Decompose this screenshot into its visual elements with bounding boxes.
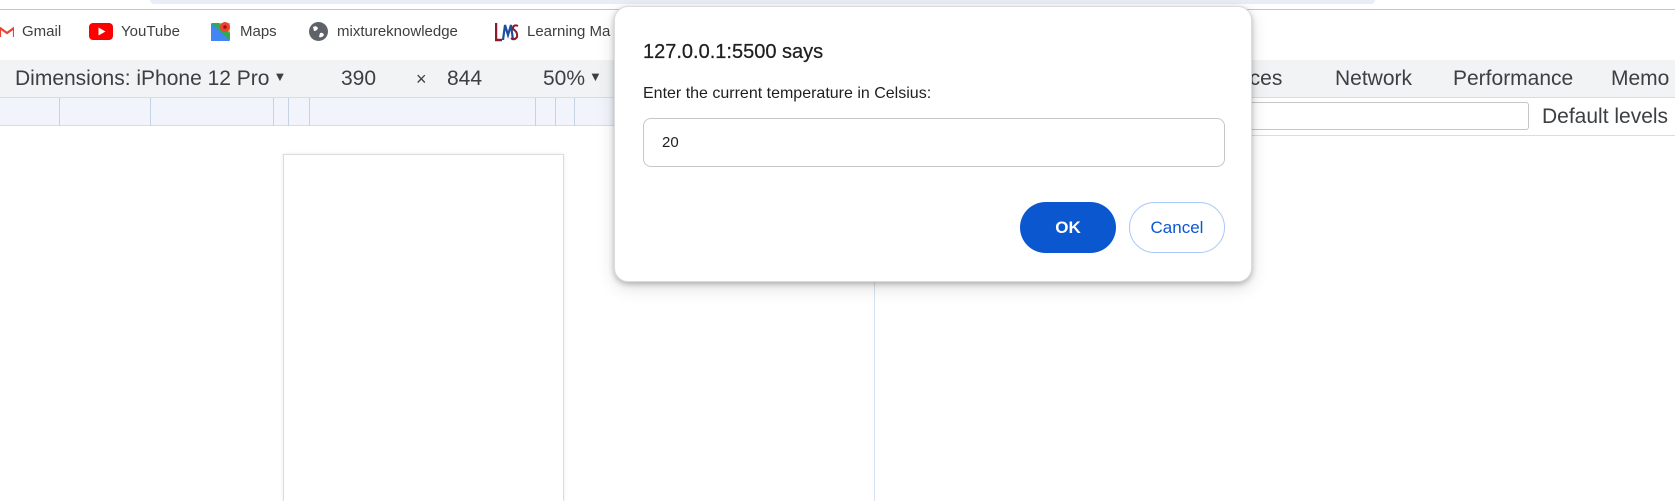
dialog-message: Enter the current temperature in Celsius… <box>643 85 932 102</box>
ruler-tick <box>150 98 151 126</box>
temperature-input[interactable] <box>643 118 1225 167</box>
lms-icon <box>495 23 519 42</box>
zoom-value: 50% <box>543 67 586 90</box>
omnibox-edge <box>150 0 1375 4</box>
bookmark-label: Learning Ma <box>527 23 611 40</box>
bookmark-label: YouTube <box>121 23 180 40</box>
width-value: 390 <box>341 67 377 90</box>
ok-button[interactable]: OK <box>1020 202 1116 253</box>
tab-label: Memo <box>1611 67 1670 90</box>
dropdown-caret-icon: ▼ <box>273 68 287 84</box>
ruler-tick <box>273 98 274 126</box>
dialog-title: 127.0.0.1:5500 says <box>643 41 824 63</box>
bookmark-label: Maps <box>240 23 277 40</box>
ruler-tick <box>535 98 536 126</box>
bookmark-youtube[interactable]: YouTube <box>89 11 180 52</box>
ruler-tick <box>555 98 556 126</box>
ruler-tick <box>288 98 289 126</box>
log-levels-dropdown[interactable]: Default levels <box>1542 98 1668 136</box>
ruler-tick <box>59 98 60 126</box>
youtube-icon <box>89 23 113 40</box>
bookmark-label: mixtureknowledge <box>337 23 458 40</box>
height-input[interactable]: 844 <box>447 60 482 98</box>
dimensions-dropdown[interactable]: Dimensions: iPhone 12 Pro ▼ <box>15 60 286 98</box>
console-filter-row: Default levels <box>1180 98 1675 136</box>
bookmark-gmail[interactable]: Gmail <box>0 11 61 52</box>
tab-memory[interactable]: Memo <box>1611 60 1669 98</box>
maps-icon <box>211 22 230 41</box>
prompt-dialog: 127.0.0.1:5500 says Enter the current te… <box>614 6 1252 282</box>
bookmark-mixtureknowledge[interactable]: mixtureknowledge <box>308 11 458 52</box>
times-symbol: × <box>416 68 427 89</box>
device-viewport[interactable] <box>283 154 564 501</box>
media-query-ruler[interactable] <box>0 98 620 126</box>
width-input[interactable]: 390 <box>341 60 376 98</box>
tab-label: Performance <box>1453 67 1574 90</box>
gmail-icon <box>0 26 14 37</box>
height-value: 844 <box>447 67 483 90</box>
zoom-dropdown[interactable]: 50% ▼ <box>543 60 602 98</box>
tab-network[interactable]: Network <box>1335 60 1412 98</box>
dropdown-caret-icon: ▼ <box>589 68 602 84</box>
log-levels-label: Default levels <box>1542 105 1669 128</box>
ruler-tick <box>574 98 575 126</box>
bookmark-learning[interactable]: Learning Ma <box>495 11 610 52</box>
dimensions-label: Dimensions: iPhone 12 Pro <box>15 67 270 90</box>
ruler-tick <box>309 98 310 126</box>
tab-label: Network <box>1335 67 1413 90</box>
globe-icon <box>309 22 328 41</box>
cancel-button[interactable]: Cancel <box>1129 202 1225 253</box>
bookmark-maps[interactable]: Maps <box>211 11 277 52</box>
tab-performance[interactable]: Performance <box>1453 60 1573 98</box>
bookmark-label: Gmail <box>22 23 62 40</box>
dimension-separator: × <box>416 60 427 98</box>
